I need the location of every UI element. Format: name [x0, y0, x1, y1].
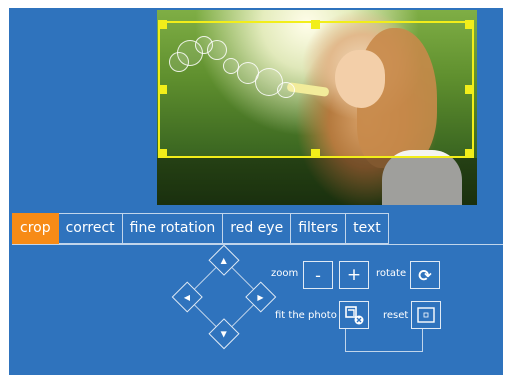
reset-button[interactable]	[411, 301, 441, 329]
reset-icon	[417, 307, 435, 323]
crop-handle-middle-left[interactable]	[158, 85, 167, 94]
zoom-out-label: -	[315, 265, 321, 285]
arrow-left-icon: ◀	[184, 292, 191, 302]
pan-up-button[interactable]: ▲	[208, 244, 240, 276]
tab-bar-divider	[12, 244, 503, 245]
fit-reset-connector	[345, 329, 423, 352]
arrow-down-icon: ▼	[220, 329, 228, 339]
zoom-out-button[interactable]: -	[303, 261, 333, 289]
crop-handle-bottom-right[interactable]	[465, 149, 474, 158]
crop-handle-bottom-center[interactable]	[311, 149, 320, 158]
zoom-label: zoom	[271, 268, 299, 279]
pan-left-button[interactable]: ◀	[171, 281, 203, 313]
arrow-right-icon: ▶	[257, 292, 264, 302]
crop-frame[interactable]	[158, 21, 474, 158]
fit-photo-button[interactable]	[339, 301, 369, 329]
tab-text[interactable]: text	[346, 213, 389, 244]
crop-handle-top-center[interactable]	[311, 20, 320, 29]
pan-right-button[interactable]: ▶	[245, 281, 277, 313]
fit-photo-label: fit the photo	[275, 310, 337, 321]
pan-down-button[interactable]: ▼	[208, 318, 240, 350]
tab-crop[interactable]: crop	[12, 213, 59, 244]
photo-editor-window: crop correct fine rotation red eye filte…	[9, 8, 503, 375]
rotate-button[interactable]: ⟳	[410, 261, 440, 289]
rotate-label: rotate	[376, 268, 407, 279]
zoom-in-button[interactable]: +	[339, 261, 369, 289]
crop-handle-middle-right[interactable]	[465, 85, 474, 94]
crop-handle-bottom-left[interactable]	[158, 149, 167, 158]
pan-direction-pad: ▲ ▶ ◀ ▼	[171, 244, 277, 350]
tab-correct[interactable]: correct	[58, 213, 123, 244]
tab-fine-rotation[interactable]: fine rotation	[122, 213, 224, 244]
tab-red-eye[interactable]: red eye	[223, 213, 292, 244]
tab-filters[interactable]: filters	[291, 213, 347, 244]
rotate-icon: ⟳	[418, 265, 432, 285]
arrow-up-icon: ▲	[220, 255, 228, 265]
crop-handle-top-left[interactable]	[158, 20, 167, 29]
edit-tab-bar: crop correct fine rotation red eye filte…	[12, 213, 389, 244]
crop-handle-top-right[interactable]	[465, 20, 474, 29]
reset-label: reset	[383, 310, 409, 321]
crop-outside-shade	[157, 158, 477, 205]
zoom-in-label: +	[346, 265, 362, 285]
fit-photo-icon	[345, 306, 364, 325]
